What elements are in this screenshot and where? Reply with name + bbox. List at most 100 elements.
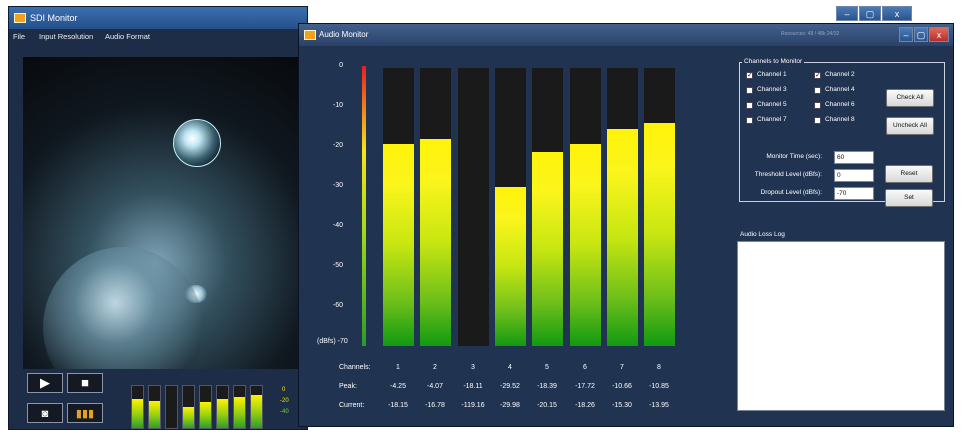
- camera-icon: ◙: [41, 408, 49, 420]
- meter-peak-6: -17.72: [575, 383, 595, 390]
- check-all-button[interactable]: Check All: [886, 89, 934, 107]
- channel-2-checkbox[interactable]: ✓: [814, 72, 821, 79]
- main-menu-bar: File Input Resolution Audio Format: [9, 29, 307, 45]
- video-preview: [23, 57, 301, 369]
- meter-fill: [420, 139, 451, 346]
- mini-meter-fill: [234, 396, 245, 428]
- scale-label-20: -20: [332, 142, 343, 149]
- meter-channel-2: 2: [433, 364, 437, 371]
- mini-meter-bar-7: [233, 385, 246, 429]
- channel-4-checkbox[interactable]: [814, 87, 821, 94]
- channel-8-label: Channel 8: [825, 116, 855, 123]
- meter-channel-4: 4: [508, 364, 512, 371]
- menu-file[interactable]: File: [13, 29, 25, 45]
- snapshot-button[interactable]: ◙: [27, 403, 63, 423]
- audio-levels-button[interactable]: ▮▮▮: [67, 403, 103, 423]
- channel-5-checkbox[interactable]: [746, 102, 753, 109]
- meter-channel-1: 1: [396, 364, 400, 371]
- mini-meter-fill: [183, 407, 194, 428]
- mini-meter-bar-2: [148, 385, 161, 429]
- meter-peak-1: -4.25: [390, 383, 406, 390]
- monitor-time-label: Monitor Time (sec):: [766, 153, 822, 160]
- channel-1-checkbox[interactable]: ✓: [746, 72, 753, 79]
- play-icon: ▶: [40, 375, 50, 390]
- main-minimize-button[interactable]: –: [836, 6, 858, 21]
- main-window-controls: – ▢ x: [836, 6, 956, 23]
- stop-button[interactable]: ■: [67, 373, 103, 393]
- monitor-time-input[interactable]: [834, 151, 874, 164]
- threshold-level-label: Threshold Level (dBfs):: [754, 171, 822, 178]
- channel-1-label: Channel 1: [757, 71, 787, 78]
- peak-row-label: Peak:: [339, 383, 357, 390]
- level-meter-icon: ▮▮▮: [75, 408, 95, 420]
- meter-current-7: -15.30: [612, 402, 632, 409]
- meter-channel-8: 8: [657, 364, 661, 371]
- meter-fill: [495, 187, 526, 346]
- meter-channel-6: 6: [583, 364, 587, 371]
- meter-current-4: -29.98: [500, 402, 520, 409]
- mini-scale-20: -20: [280, 398, 289, 404]
- scale-label-bottom: (dBfs) -70: [317, 338, 348, 345]
- meter-bar-channel-5: [532, 68, 563, 346]
- meter-fill: [570, 143, 601, 346]
- channel-8-checkbox[interactable]: [814, 117, 821, 124]
- current-row-label: Current:: [339, 402, 365, 409]
- audio-minimize-button[interactable]: –: [899, 27, 913, 42]
- uncheck-all-button[interactable]: Uncheck All: [886, 117, 934, 135]
- mini-meter-bar-3: [165, 385, 178, 429]
- meter-peak-7: -10.66: [612, 383, 632, 390]
- meter-current-1: -18.15: [388, 402, 408, 409]
- channel-2-label: Channel 2: [825, 71, 855, 78]
- meter-peak-8: -10.85: [649, 383, 669, 390]
- minimize-icon: –: [903, 30, 909, 40]
- channel-7-checkbox[interactable]: [746, 117, 753, 124]
- meter-fill: [607, 128, 638, 346]
- menu-input-resolution[interactable]: Input Resolution: [39, 29, 93, 45]
- meter-peak-4: -29.52: [500, 383, 520, 390]
- main-window-title: SDI Monitor: [30, 13, 78, 23]
- meter-fill: [532, 151, 563, 346]
- set-button[interactable]: Set: [885, 189, 933, 207]
- mini-meter-fill: [217, 398, 228, 428]
- main-title-bar[interactable]: SDI Monitor: [9, 7, 307, 29]
- main-maximize-button[interactable]: ▢: [859, 6, 881, 21]
- mini-audio-meters: [131, 385, 281, 429]
- mini-scale-0: 0: [282, 387, 286, 393]
- channel-6-label: Channel 6: [825, 101, 855, 108]
- channel-6-checkbox[interactable]: [814, 102, 821, 109]
- menu-audio-format[interactable]: Audio Format: [105, 29, 150, 45]
- meter-scale-gradient: [362, 66, 366, 346]
- mini-meter-bar-5: [199, 385, 212, 429]
- threshold-level-input[interactable]: [834, 169, 874, 182]
- mini-meter-bar-1: [131, 385, 144, 429]
- meter-peak-5: -18.39: [537, 383, 557, 390]
- scale-label-50: -50: [332, 262, 343, 269]
- meter-peak-3: -18.11: [463, 383, 483, 390]
- mini-meter-bar-8: [250, 385, 263, 429]
- audio-window-title: Audio Monitor: [319, 30, 369, 39]
- channel-5-label: Channel 5: [757, 101, 787, 108]
- play-button[interactable]: ▶: [27, 373, 63, 393]
- meter-bar-channel-3: [458, 68, 489, 346]
- audio-close-button[interactable]: x: [929, 27, 949, 42]
- meter-current-6: -18.26: [575, 402, 595, 409]
- scale-label-40: -40: [332, 222, 343, 229]
- audio-maximize-button[interactable]: ▢: [914, 27, 928, 42]
- channel-3-checkbox[interactable]: [746, 87, 753, 94]
- mini-meter-bar-4: [182, 385, 195, 429]
- reset-button[interactable]: Reset: [885, 165, 933, 183]
- dropout-level-input[interactable]: [834, 187, 874, 200]
- meter-current-5: -20.15: [537, 402, 557, 409]
- main-close-button[interactable]: x: [882, 6, 912, 21]
- mini-meter-fill: [149, 400, 160, 428]
- audio-title-bar[interactable]: Audio Monitor Resources: 48 / 48k 24/32 …: [299, 24, 953, 46]
- scale-label-10: -10: [332, 102, 343, 109]
- meter-bar-channel-2: [420, 68, 451, 346]
- channel-3-label: Channel 3: [757, 86, 787, 93]
- meter-bar-channel-1: [383, 68, 414, 346]
- bubble-blur: [43, 247, 203, 369]
- meter-current-8: -13.95: [649, 402, 669, 409]
- audio-loss-log-label: Audio Loss Log: [740, 231, 785, 238]
- audio-loss-log[interactable]: [737, 241, 945, 411]
- mini-scale-40: -40: [280, 409, 289, 415]
